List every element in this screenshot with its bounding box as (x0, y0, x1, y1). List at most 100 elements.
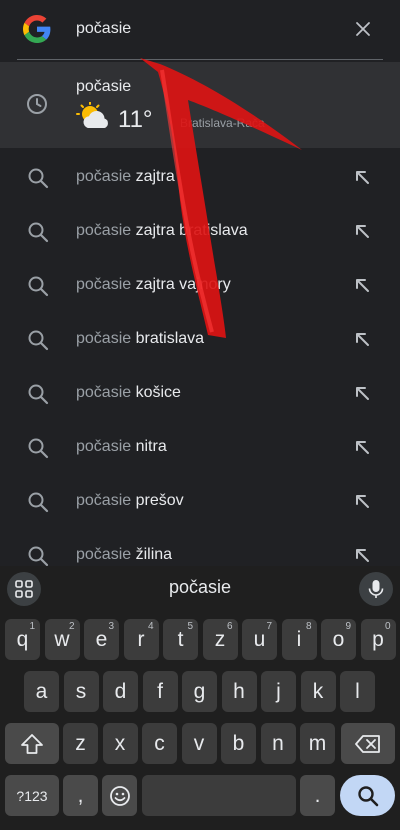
key-f[interactable]: f (142, 671, 178, 712)
fill-query-button[interactable] (352, 221, 372, 246)
key-b[interactable]: b (221, 723, 256, 764)
key-e[interactable]: e3 (84, 619, 119, 660)
backspace-key[interactable] (341, 723, 395, 764)
suggestion-prefix: počasie (76, 330, 136, 347)
key-a[interactable]: a (24, 671, 59, 712)
key-s[interactable]: s (63, 671, 99, 712)
key-label: t (177, 627, 184, 651)
key-k[interactable]: k (300, 671, 336, 712)
key-v[interactable]: v (181, 723, 217, 764)
key-hint: 0 (384, 621, 391, 632)
suggestion-completion: zajtra (135, 168, 175, 185)
space-key[interactable] (142, 775, 296, 816)
fill-query-button[interactable] (352, 275, 372, 300)
fill-query-button[interactable] (352, 329, 372, 354)
keyboard-toolbar: počasie (0, 566, 400, 610)
fill-query-button[interactable] (352, 437, 372, 462)
key-z[interactable]: z (63, 723, 98, 764)
key-d[interactable]: d (103, 671, 138, 712)
key-j[interactable]: j (261, 671, 296, 712)
voice-input-button[interactable] (359, 572, 393, 606)
key-i[interactable]: i8 (281, 619, 317, 660)
key-p[interactable]: p0 (360, 619, 396, 660)
search-icon (28, 546, 49, 567)
close-icon (356, 22, 370, 36)
suggestion-item[interactable]: počasie prešov (0, 475, 400, 529)
key-r[interactable]: r4 (123, 619, 159, 660)
key-n[interactable]: n (260, 723, 296, 764)
key-c[interactable]: c (142, 723, 177, 764)
suggestion-completion: zajtra bratislava (135, 222, 248, 239)
suggestion-text: počasie zajtra vajnory (76, 276, 231, 294)
suggestion-item[interactable]: počasie nitra (0, 421, 400, 475)
suggestion-item[interactable]: počasie košice (0, 367, 400, 421)
key-hint: 6 (226, 621, 233, 632)
clear-button[interactable] (350, 16, 376, 42)
fill-query-button[interactable] (352, 491, 372, 516)
key-label: x (114, 731, 126, 755)
key-l[interactable]: l (340, 671, 375, 712)
key-label: d (114, 679, 127, 703)
arrow-up-left-icon (356, 333, 369, 346)
search-icon (28, 276, 49, 297)
suggestion-prefix: počasie (76, 384, 136, 401)
search-icon (357, 785, 378, 806)
key-label: s (75, 679, 87, 703)
divider (17, 59, 383, 60)
key-label: , (77, 783, 84, 807)
key-hint: 5 (187, 621, 193, 632)
google-logo-icon (23, 15, 51, 43)
key-o[interactable]: o9 (321, 619, 356, 660)
key-label: . (314, 783, 321, 807)
suggestion-completion: prešov (135, 492, 184, 509)
suggestion-item[interactable]: počasie bratislava (0, 313, 400, 367)
suggestion-item[interactable]: počasie zajtra (0, 151, 400, 205)
search-key[interactable] (340, 775, 395, 816)
search-icon (28, 330, 49, 351)
fill-query-button[interactable] (352, 167, 372, 192)
key-label: q (16, 627, 29, 651)
suggestion-prefix: počasie (76, 546, 136, 563)
suggestion-item[interactable]: počasie zajtra vajnory (0, 259, 400, 313)
shift-key[interactable] (5, 723, 59, 764)
comma-key[interactable]: , (63, 775, 98, 816)
key-label: c (154, 731, 165, 755)
key-x[interactable]: x (102, 723, 138, 764)
emoji-key[interactable] (102, 775, 137, 816)
key-label: n (272, 731, 284, 755)
key-hint: 8 (305, 621, 312, 632)
key-m[interactable]: m (300, 723, 335, 764)
arrow-up-left-icon (356, 225, 369, 238)
arrow-up-left-icon (356, 495, 369, 508)
symbols-key[interactable]: ?123 (5, 775, 59, 816)
key-label: z (75, 731, 86, 755)
key-t[interactable]: t5 (163, 619, 198, 660)
keyboard-suggestion[interactable]: počasie (0, 577, 400, 598)
weather-row: 11° Bratislava-Rača (76, 102, 376, 138)
suggestion-prefix: počasie (76, 276, 136, 293)
key-label: v (193, 731, 205, 755)
suggestion-text: počasie nitra (76, 438, 167, 456)
fill-query-button[interactable] (352, 383, 372, 408)
key-q[interactable]: q1 (5, 619, 40, 660)
key-label: f (157, 679, 163, 703)
key-g[interactable]: g (182, 671, 217, 712)
location: Bratislava-Rača (180, 116, 265, 130)
suggestion-prefix: počasie (76, 438, 136, 455)
key-hint: 3 (108, 621, 114, 632)
period-key[interactable]: . (300, 775, 335, 816)
key-z[interactable]: z6 (202, 619, 238, 660)
history-title: počasie (76, 78, 132, 95)
suggestion-item[interactable]: počasie zajtra bratislava (0, 205, 400, 259)
key-h[interactable]: h (221, 671, 257, 712)
key-label: b (232, 731, 245, 755)
key-label: m (308, 731, 327, 755)
suggestion-completion: zajtra vajnory (135, 276, 231, 293)
key-label: p (372, 627, 384, 651)
key-u[interactable]: u7 (242, 619, 277, 660)
search-input[interactable]: počasie (76, 20, 131, 38)
keyboard: počasie q1w2e3r4t5z6u7i8o9p0asdfghjklzxc… (0, 566, 400, 830)
history-suggestion[interactable]: počasie 11° Bratislava-Rača (0, 62, 400, 148)
key-w[interactable]: w2 (44, 619, 80, 660)
key-hint: 9 (345, 621, 351, 632)
